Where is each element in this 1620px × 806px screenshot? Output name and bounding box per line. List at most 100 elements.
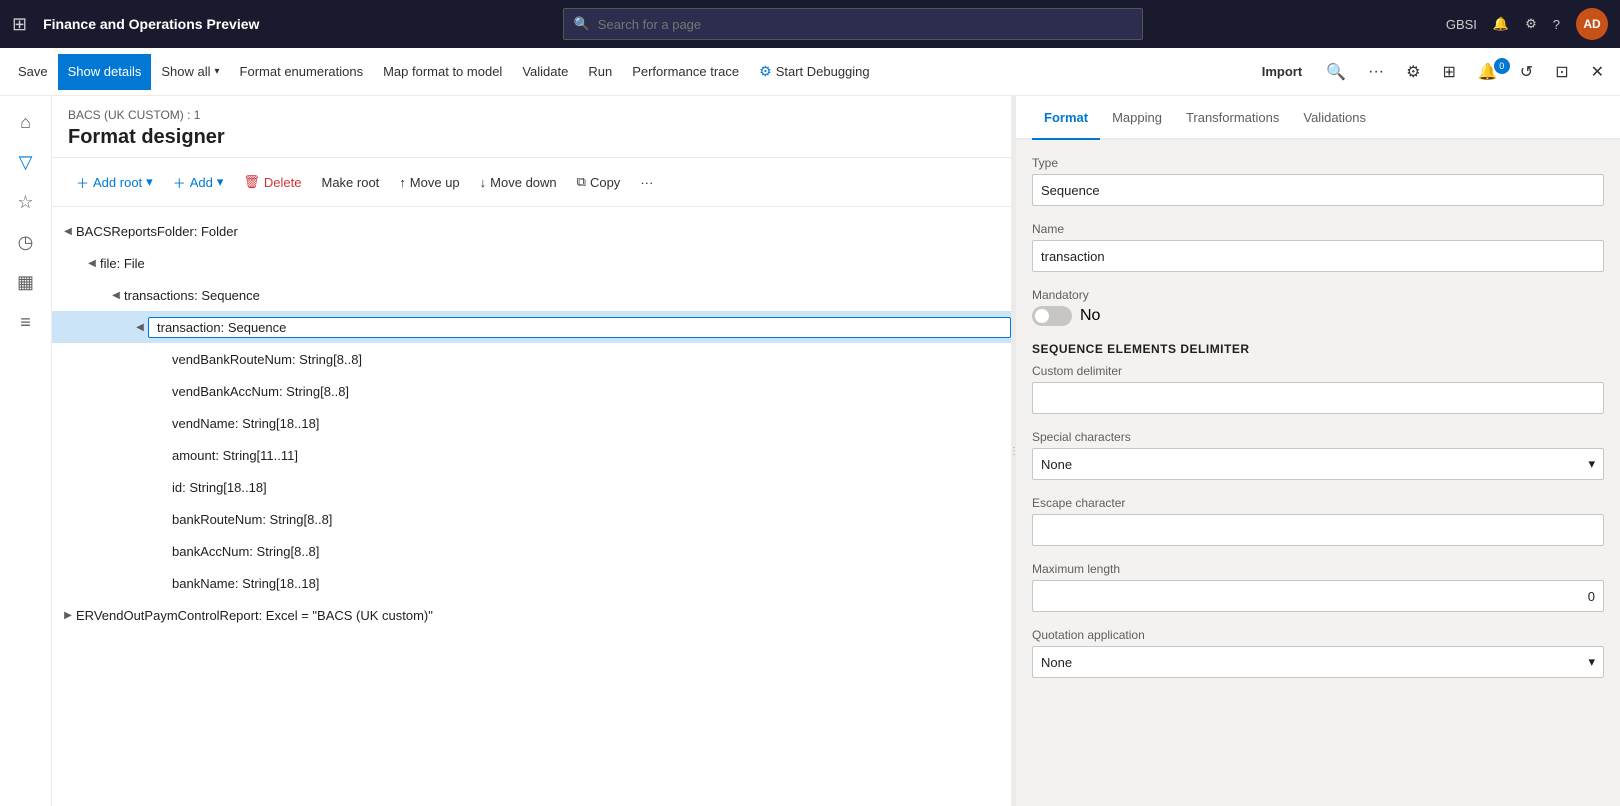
content-area: BACS (UK CUSTOM) : 1 Format designer ＋ A… — [52, 96, 1620, 806]
notification-count: 0 — [1494, 58, 1510, 74]
help-icon[interactable]: ? — [1553, 17, 1560, 32]
sidebar-item-favorites[interactable]: ☆ — [8, 184, 44, 220]
expand-icon[interactable]: ⊞ — [1434, 58, 1463, 86]
expand-file-icon[interactable]: ◀ — [84, 255, 100, 271]
expand-transactions-icon[interactable]: ◀ — [108, 287, 124, 303]
more-toolbar-button[interactable]: ··· — [632, 166, 661, 198]
start-debugging-button[interactable]: ⚙ Start Debugging — [749, 54, 880, 90]
tree-item-transaction-label[interactable]: transaction: Sequence — [148, 317, 1011, 338]
tree-item-bankname-label: bankName: String[18..18] — [172, 576, 1011, 591]
close-icon[interactable]: ✕ — [1583, 58, 1612, 86]
add-root-caret: ▾ — [146, 174, 153, 190]
show-details-button[interactable]: Show details — [58, 54, 152, 90]
refresh-icon[interactable]: ↺ — [1512, 58, 1541, 86]
popout-icon[interactable]: ⊡ — [1547, 58, 1576, 86]
tab-format[interactable]: Format — [1032, 96, 1100, 140]
format-enumerations-button[interactable]: Format enumerations — [230, 54, 374, 90]
sidebar-item-recent[interactable]: ◷ — [8, 224, 44, 260]
prop-group-type: Type Sequence — [1032, 156, 1604, 206]
quotation-select[interactable]: None ▾ — [1032, 646, 1604, 678]
tree-item-vendbankroutenum[interactable]: vendBankRouteNum: String[8..8] — [52, 343, 1011, 375]
more-options-icon[interactable]: ··· — [1360, 63, 1392, 81]
prop-group-mandatory: Mandatory No — [1032, 288, 1604, 326]
mandatory-toggle-row: No — [1032, 306, 1604, 326]
move-down-icon: ↓ — [480, 175, 487, 190]
type-value: Sequence — [1032, 174, 1604, 206]
expand-transaction-icon[interactable]: ◀ — [132, 319, 148, 335]
name-value[interactable] — [1032, 240, 1604, 272]
tree-item-bankroutenum-label: bankRouteNum: String[8..8] — [172, 512, 1011, 527]
delete-button[interactable]: 🗑 Delete — [235, 166, 309, 198]
add-root-button[interactable]: ＋ Add root ▾ — [68, 166, 161, 198]
app-title: Finance and Operations Preview — [43, 16, 259, 32]
move-up-button[interactable]: ↑ Move up — [391, 166, 467, 198]
copy-button[interactable]: ⧉ Copy — [569, 166, 629, 198]
tree-item-vendname[interactable]: vendName: String[18..18] — [52, 407, 1011, 439]
tree-item-bankname[interactable]: bankName: String[18..18] — [52, 567, 1011, 599]
global-search[interactable]: 🔍 — [563, 8, 1143, 40]
max-length-value[interactable]: 0 — [1032, 580, 1604, 612]
main-layout: ⌂ ▽ ☆ ◷ ▦ ≡ BACS (UK CUSTOM) : 1 Format … — [0, 96, 1620, 806]
escape-char-value[interactable] — [1032, 514, 1604, 546]
tab-mapping[interactable]: Mapping — [1100, 96, 1174, 140]
format-toolbar: ＋ Add root ▾ ＋ Add ▾ 🗑 Delete Make root — [52, 158, 1011, 207]
settings-icon[interactable]: ⚙ — [1525, 16, 1537, 32]
notification-icon[interactable]: 🔔 — [1493, 16, 1509, 32]
tree-item-transactions[interactable]: ◀ transactions: Sequence — [52, 279, 1011, 311]
tree-item-ervendout-label: ERVendOutPaymControlReport: Excel = "BAC… — [76, 608, 1011, 623]
user-avatar[interactable]: AD — [1576, 8, 1608, 40]
tree-item-ervendout[interactable]: ▶ ERVendOutPaymControlReport: Excel = "B… — [52, 599, 1011, 631]
tab-validations[interactable]: Validations — [1291, 96, 1378, 140]
expand-bacs-icon[interactable]: ◀ — [60, 223, 76, 239]
show-all-button[interactable]: Show all ▾ — [151, 54, 229, 90]
settings-cmd-icon[interactable]: ⚙ — [1398, 58, 1428, 86]
tree-item-transaction[interactable]: ◀ transaction: Sequence — [52, 311, 1011, 343]
left-sidebar: ⌂ ▽ ☆ ◷ ▦ ≡ — [0, 96, 52, 806]
sidebar-item-home[interactable]: ⌂ — [8, 104, 44, 140]
search-input[interactable] — [598, 17, 1132, 32]
properties-tabs: Format Mapping Transformations Validatio… — [1016, 96, 1620, 140]
add-plus-icon: ＋ — [173, 173, 186, 192]
tree-item-vendbankaccnum-label: vendBankAccNum: String[8..8] — [172, 384, 1011, 399]
search-cmd-icon[interactable]: 🔍 — [1318, 58, 1354, 86]
gbsi-label[interactable]: GBSI — [1446, 17, 1477, 32]
tree-item-file[interactable]: ◀ file: File — [52, 247, 1011, 279]
format-tree[interactable]: ◀ BACSReportsFolder: Folder ◀ file: File… — [52, 207, 1011, 806]
move-down-button[interactable]: ↓ Move down — [472, 166, 565, 198]
sidebar-item-filter[interactable]: ▽ — [8, 144, 44, 180]
prop-group-custom-delimiter: Custom delimiter — [1032, 364, 1604, 414]
map-format-button[interactable]: Map format to model — [373, 54, 512, 90]
import-button[interactable]: Import — [1252, 64, 1312, 79]
tree-item-amount[interactable]: amount: String[11..11] — [52, 439, 1011, 471]
make-root-button[interactable]: Make root — [313, 166, 387, 198]
tree-item-bankaccnum[interactable]: bankAccNum: String[8..8] — [52, 535, 1011, 567]
type-label: Type — [1032, 156, 1604, 170]
custom-delimiter-input[interactable] — [1041, 391, 1595, 406]
tree-item-vendbankaccnum[interactable]: vendBankAccNum: String[8..8] — [52, 375, 1011, 407]
custom-delimiter-value[interactable] — [1032, 382, 1604, 414]
prop-group-special-chars: Special characters None ▾ — [1032, 430, 1604, 480]
apps-grid-icon[interactable]: ⊞ — [12, 14, 27, 35]
save-button[interactable]: Save — [8, 54, 58, 90]
tree-item-id[interactable]: id: String[18..18] — [52, 471, 1011, 503]
section-delimiter-title: SEQUENCE ELEMENTS DELIMITER — [1032, 342, 1604, 356]
tree-item-file-label: file: File — [100, 256, 1011, 271]
performance-trace-button[interactable]: Performance trace — [622, 54, 749, 90]
sidebar-item-all[interactable]: ≡ — [8, 304, 44, 340]
expand-ervendout-icon[interactable]: ▶ — [60, 607, 76, 623]
add-caret: ▾ — [217, 174, 224, 190]
validate-button[interactable]: Validate — [512, 54, 578, 90]
special-chars-select[interactable]: None ▾ — [1032, 448, 1604, 480]
top-navigation-bar: ⊞ Finance and Operations Preview 🔍 GBSI … — [0, 0, 1620, 48]
expand-amount-icon — [156, 447, 172, 463]
run-button[interactable]: Run — [578, 54, 622, 90]
expand-bankroutenum-icon — [156, 511, 172, 527]
mandatory-toggle[interactable] — [1032, 306, 1072, 326]
sidebar-item-workspaces[interactable]: ▦ — [8, 264, 44, 300]
escape-char-input[interactable] — [1041, 523, 1595, 538]
tree-item-bacs[interactable]: ◀ BACSReportsFolder: Folder — [52, 215, 1011, 247]
tab-transformations[interactable]: Transformations — [1174, 96, 1291, 140]
name-input[interactable] — [1041, 249, 1595, 264]
tree-item-bankroutenum[interactable]: bankRouteNum: String[8..8] — [52, 503, 1011, 535]
add-button[interactable]: ＋ Add ▾ — [165, 166, 232, 198]
